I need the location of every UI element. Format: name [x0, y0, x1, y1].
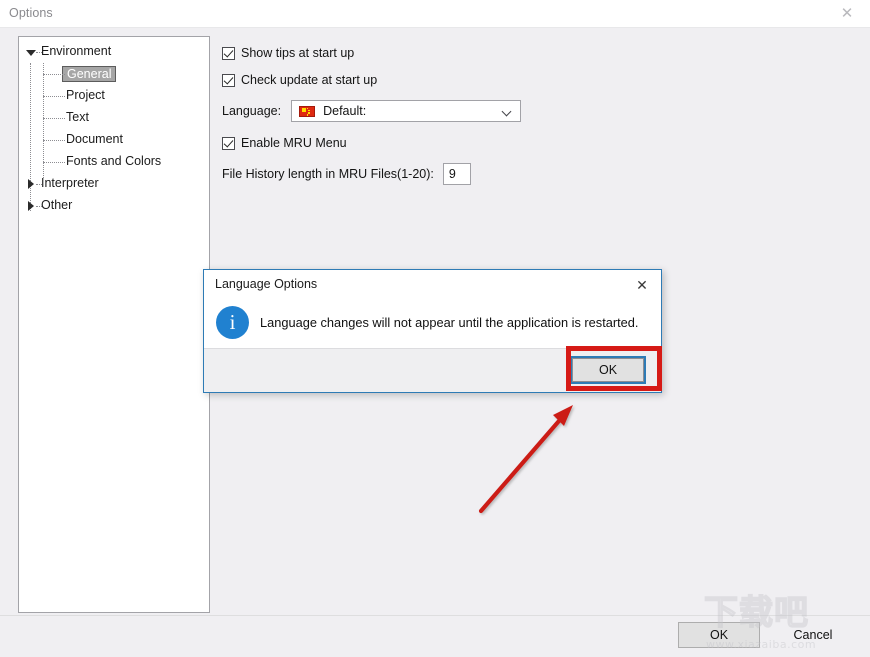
dialog-title: Language Options — [215, 277, 318, 291]
file-history-label: File History length in MRU Files(1-20): — [222, 167, 434, 181]
window-title: Options — [9, 6, 53, 20]
file-history-input[interactable]: 9 — [442, 163, 471, 185]
dialog-ok-button[interactable]: OK — [570, 356, 646, 384]
tree-item-general[interactable]: General — [19, 63, 209, 85]
dialog-message: Language changes will not appear until t… — [260, 315, 639, 330]
window-body: Environment General Project Text Documen — [0, 28, 870, 657]
tree-connector — [36, 206, 42, 207]
enable-mru-checkbox[interactable] — [222, 136, 235, 150]
triangle-down-icon[interactable] — [26, 50, 36, 56]
show-tips-label: Show tips at start up — [241, 46, 355, 60]
tree-item-label: Text — [66, 110, 89, 125]
language-options-dialog: Language Options ✕ i Language changes wi… — [203, 269, 662, 393]
language-select[interactable]: Default: — [291, 100, 522, 122]
language-value: Default: — [323, 104, 367, 118]
tree-connector — [43, 162, 65, 163]
triangle-right-icon[interactable] — [28, 179, 34, 189]
footer-divider — [0, 615, 870, 616]
language-row: Language: Default: — [222, 100, 522, 122]
language-label: Language: — [222, 104, 282, 118]
info-icon: i — [216, 306, 249, 339]
tree-connector — [43, 74, 65, 75]
show-tips-checkbox[interactable] — [222, 46, 235, 60]
tree-connector — [43, 140, 65, 141]
tree-item-other[interactable]: Other — [19, 195, 209, 217]
tree-item-text[interactable]: Text — [19, 107, 209, 129]
tree-connector — [36, 52, 42, 53]
tree-item-label: Environment — [41, 44, 112, 59]
tree-item-environment[interactable]: Environment — [19, 41, 209, 63]
cancel-button[interactable]: Cancel — [772, 622, 854, 648]
enable-mru-label: Enable MRU Menu — [241, 136, 347, 150]
tree-item-label: Document — [66, 132, 123, 147]
check-update-checkbox-row[interactable]: Check update at start up — [222, 73, 377, 87]
window-titlebar: Options ✕ — [0, 0, 870, 28]
tree-item-document[interactable]: Document — [19, 129, 209, 151]
tree-item-label: Project — [66, 88, 105, 103]
close-icon[interactable]: ✕ — [824, 0, 870, 27]
tree-connector — [43, 96, 65, 97]
tree-item-interpreter[interactable]: Interpreter — [19, 173, 209, 195]
tree-connector — [43, 118, 65, 119]
check-update-label: Check update at start up — [241, 73, 378, 87]
tree-item-fonts-and-colors[interactable]: Fonts and Colors — [19, 151, 209, 173]
tree-item-label: Fonts and Colors — [66, 154, 162, 169]
tree-connector — [36, 184, 42, 185]
options-window: Options ✕ Environment General Project Te… — [0, 0, 870, 657]
show-tips-checkbox-row[interactable]: Show tips at start up — [222, 46, 354, 60]
tree-item-project[interactable]: Project — [19, 85, 209, 107]
check-update-checkbox[interactable] — [222, 73, 235, 87]
close-icon[interactable]: ✕ — [625, 272, 659, 298]
triangle-right-icon[interactable] — [28, 201, 34, 211]
china-flag-icon — [299, 105, 316, 117]
file-history-row: File History length in MRU Files(1-20): … — [222, 163, 471, 185]
settings-tree: Environment General Project Text Documen — [19, 37, 209, 217]
chevron-down-icon[interactable] — [503, 108, 511, 116]
tree-item-label: Interpreter — [41, 176, 99, 191]
enable-mru-checkbox-row[interactable]: Enable MRU Menu — [222, 136, 347, 150]
settings-tree-panel[interactable]: Environment General Project Text Documen — [18, 36, 210, 613]
ok-button[interactable]: OK — [678, 622, 760, 648]
tree-item-label: Other — [41, 198, 73, 213]
tree-item-label: General — [62, 65, 117, 83]
